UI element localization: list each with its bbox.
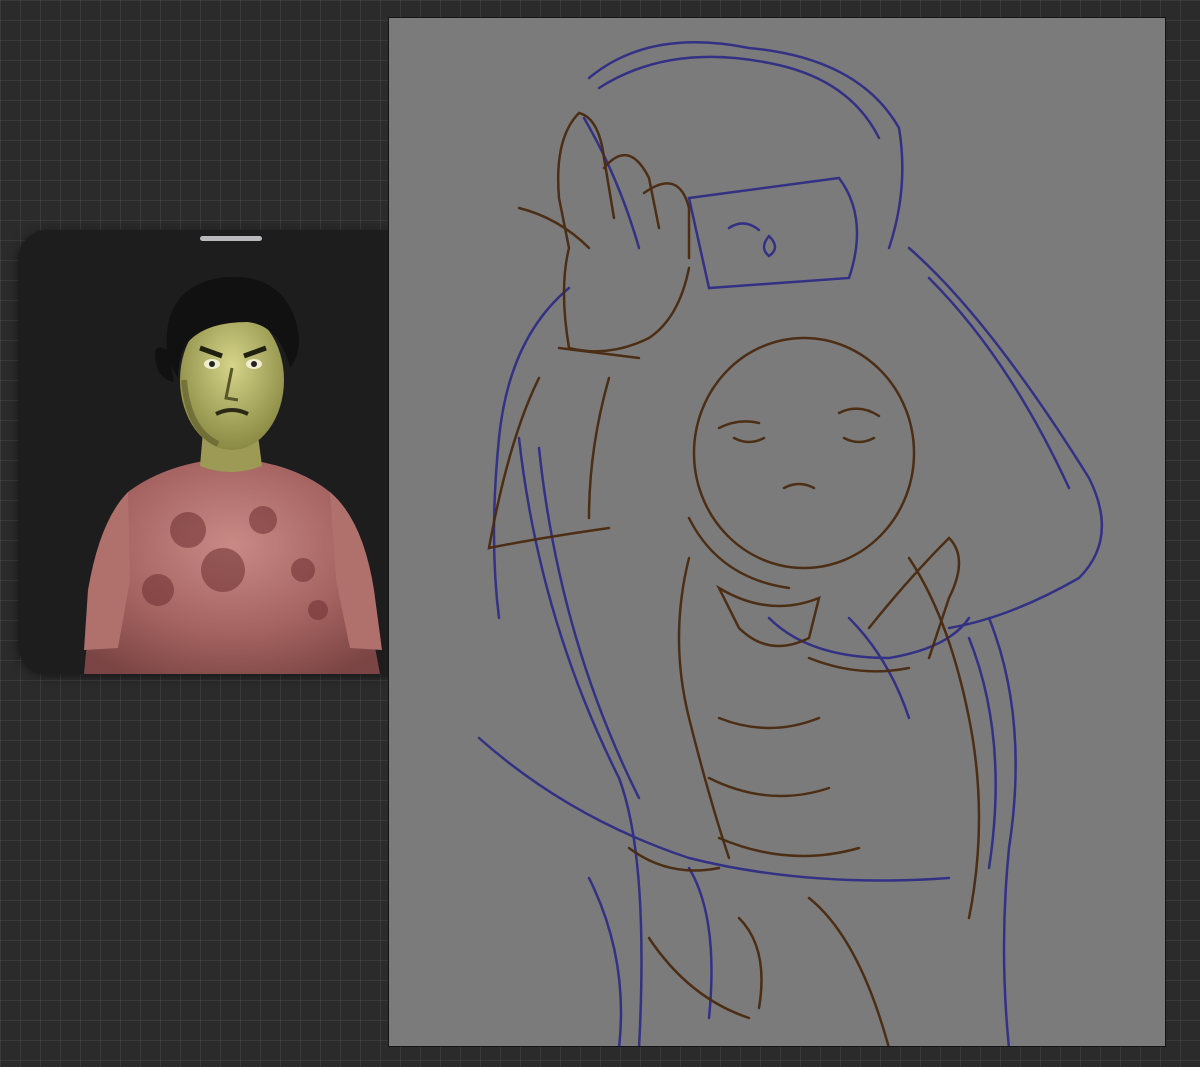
brown-sketch-layer — [487, 111, 981, 1046]
reference-photo — [18, 230, 444, 674]
drag-handle[interactable] — [200, 236, 262, 241]
sketch-artwork — [477, 41, 1104, 1046]
drawing-canvas[interactable] — [388, 17, 1166, 1047]
reference-window[interactable] — [18, 230, 444, 674]
blue-sketch-layer — [477, 41, 1104, 1046]
